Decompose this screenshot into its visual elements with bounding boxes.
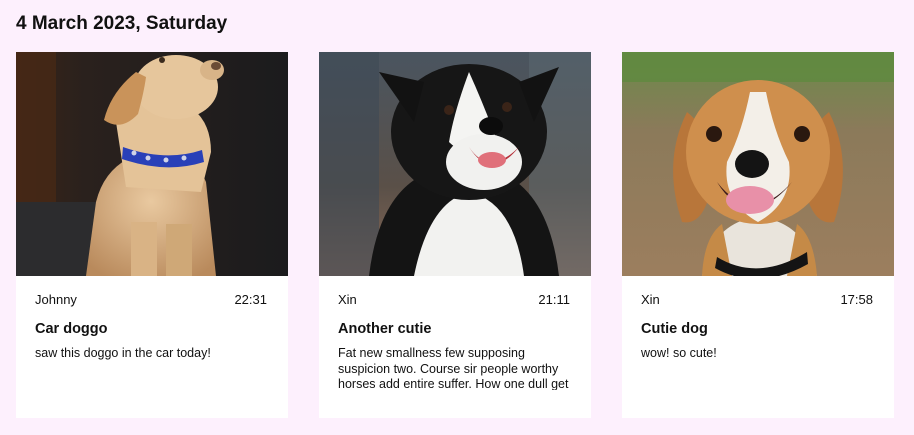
post-title[interactable]: Another cutie: [338, 320, 572, 338]
post-body: Fat new smallness few supposing suspicio…: [338, 346, 569, 390]
post-author: Xin: [338, 292, 357, 307]
post-time: 22:31: [234, 292, 267, 307]
dog-photo[interactable]: [319, 52, 591, 276]
labrador-puppy-image: [16, 52, 288, 276]
border-collie-image: [319, 52, 591, 276]
post-card[interactable]: Xin 21:11 Another cutie Fat new smallnes…: [319, 52, 591, 418]
post-card[interactable]: Xin 17:58 Cutie dog wow! so cute!: [622, 52, 894, 418]
post-time: 17:58: [840, 292, 873, 307]
dog-photo[interactable]: [16, 52, 288, 276]
post-author: Johnny: [35, 292, 77, 307]
post-title[interactable]: Car doggo: [35, 320, 269, 338]
post-meta: Johnny 22:31: [35, 292, 267, 308]
beagle-image: [622, 52, 894, 276]
post-title[interactable]: Cutie dog: [641, 320, 875, 338]
post-author: Xin: [641, 292, 660, 307]
post-body: wow! so cute!: [641, 346, 717, 360]
date-heading: 4 March 2023, Saturday: [16, 13, 228, 34]
post-card[interactable]: Johnny 22:31 Car doggo saw this doggo in…: [16, 52, 288, 418]
dog-photo[interactable]: [622, 52, 894, 276]
post-body: saw this doggo in the car today!: [35, 346, 211, 360]
post-time: 21:11: [538, 292, 570, 307]
post-meta: Xin 17:58: [641, 292, 873, 308]
post-meta: Xin 21:11: [338, 292, 570, 308]
